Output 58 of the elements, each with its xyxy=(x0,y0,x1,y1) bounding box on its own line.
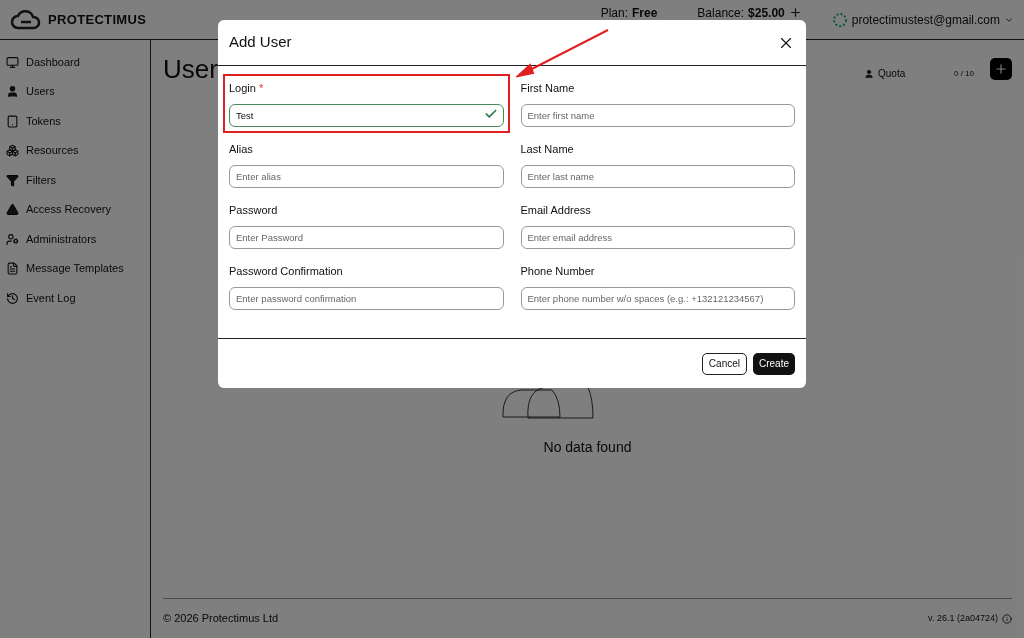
plus-icon xyxy=(994,62,1008,76)
input-field[interactable]: Enter Password xyxy=(229,226,504,249)
field-label: Login xyxy=(229,80,256,96)
dialog-title: Add User xyxy=(229,32,292,53)
balance-label: Balance: xyxy=(697,4,745,22)
quota-value: 0 / 10 xyxy=(954,67,974,80)
copyright: © 2026 Protectimus Ltd xyxy=(163,611,279,627)
account-menu[interactable]: protectimustest@gmail.com xyxy=(831,10,1014,29)
input-field[interactable]: Enter first name xyxy=(520,104,795,127)
version-label: v. 26.1 (2a04724) xyxy=(928,611,998,625)
field-label: Email Address xyxy=(520,202,591,218)
page-title: User xyxy=(163,53,218,86)
field-label: Last Name xyxy=(520,141,574,157)
boxes-icon xyxy=(6,144,19,157)
user-icon xyxy=(864,68,874,79)
empty-message: No data found xyxy=(543,438,632,457)
input-field[interactable]: Test xyxy=(229,104,504,127)
user-icon xyxy=(6,85,19,98)
tablet-icon xyxy=(6,114,19,128)
sidebar-item[interactable]: Users xyxy=(6,81,144,102)
plan-value: Free xyxy=(632,4,658,22)
document-icon xyxy=(6,262,19,275)
input-field[interactable]: Enter password confirmation xyxy=(229,287,504,310)
balance-value: $25.00 xyxy=(748,4,785,22)
sidebar-item[interactable]: Administrators xyxy=(6,229,144,249)
filter-icon xyxy=(6,173,19,187)
avatar-icon xyxy=(831,11,848,28)
add-button[interactable] xyxy=(990,58,1012,80)
sidebar-item[interactable]: Resources xyxy=(6,140,144,161)
field-label: Alias xyxy=(229,141,253,157)
cloud-logo-icon xyxy=(10,8,42,31)
sidebar-item[interactable]: Filters xyxy=(6,170,144,190)
sidebar-item[interactable]: Message Templates xyxy=(6,258,144,279)
quota-label: Quota xyxy=(878,67,906,81)
cancel-button[interactable]: Cancel xyxy=(701,352,747,375)
field-label: Password xyxy=(229,202,278,218)
brand-name: PROTECTIMUS xyxy=(48,10,147,29)
field-label: First Name xyxy=(520,80,575,96)
plan-label: Plan: xyxy=(600,4,628,22)
required-mark: * xyxy=(258,80,264,96)
warning-icon xyxy=(6,203,19,216)
sidebar-item[interactable]: Dashboard xyxy=(6,52,144,72)
plus-icon[interactable] xyxy=(788,6,802,19)
user-gear-icon xyxy=(6,232,19,246)
input-field[interactable]: Enter alias xyxy=(229,165,504,188)
check-icon xyxy=(483,107,498,121)
field-label: Phone Number xyxy=(520,263,595,279)
input-field[interactable]: Enter email address xyxy=(520,226,795,249)
sidebar-item[interactable]: Access Recovery xyxy=(6,199,144,220)
info-icon[interactable] xyxy=(1002,613,1012,624)
history-icon xyxy=(6,291,19,305)
create-button[interactable]: Create xyxy=(753,352,795,375)
sidebar-item[interactable]: Tokens xyxy=(6,111,144,131)
sidebar-item[interactable]: Event Log xyxy=(6,288,144,308)
monitor-icon xyxy=(6,55,19,69)
input-field[interactable]: Enter phone number w/o spaces (e.g.: +132121234567) xyxy=(520,287,795,310)
input-field[interactable]: Enter last name xyxy=(520,165,795,188)
field-label: Password Confirmation xyxy=(229,263,343,279)
